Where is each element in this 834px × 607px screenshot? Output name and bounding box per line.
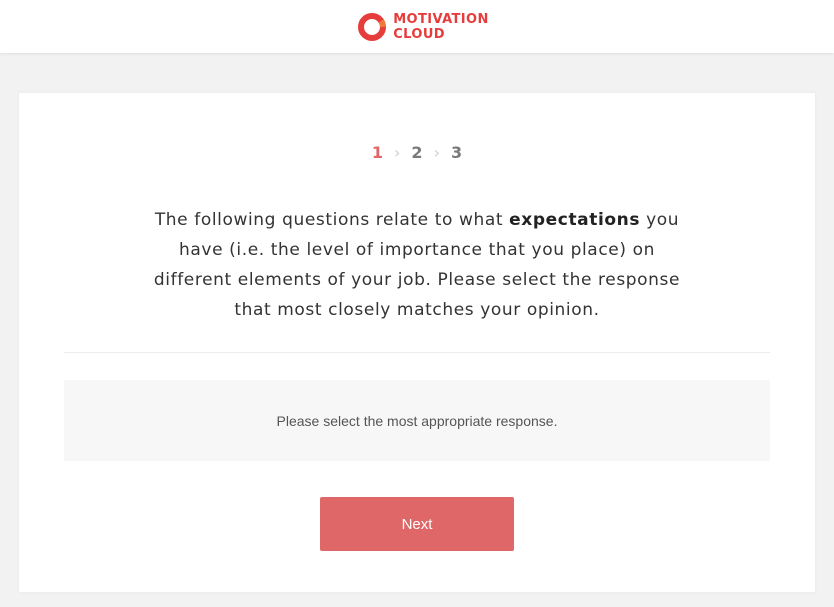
logo-line-2: CLOUD xyxy=(393,26,445,42)
chevron-right-icon: › xyxy=(433,142,440,162)
logo-text: MOTIVATION CLOUD xyxy=(393,12,489,42)
intro-text: The following questions relate to what e… xyxy=(140,205,694,325)
step-1: 1 xyxy=(371,142,384,162)
step-3: 3 xyxy=(450,142,463,162)
next-button[interactable]: Next xyxy=(320,497,514,551)
intro-before: The following questions relate to what xyxy=(154,210,510,230)
chevron-right-icon: › xyxy=(394,142,401,162)
step-2: 2 xyxy=(411,142,423,162)
logo-line-1: MOTIVATION xyxy=(393,11,489,27)
intro-emphasis: expectations xyxy=(509,210,641,230)
logo-ring-icon xyxy=(358,12,387,41)
step-indicator: 1 › 2 › 3 xyxy=(0,141,834,163)
question-box: Please select the most appropriate respo… xyxy=(64,380,770,461)
top-header: MOTIVATION CLOUD xyxy=(0,0,834,53)
question-prompt: Please select the most appropriate respo… xyxy=(276,412,558,429)
brand-logo: MOTIVATION CLOUD xyxy=(357,12,489,42)
divider xyxy=(64,352,770,353)
